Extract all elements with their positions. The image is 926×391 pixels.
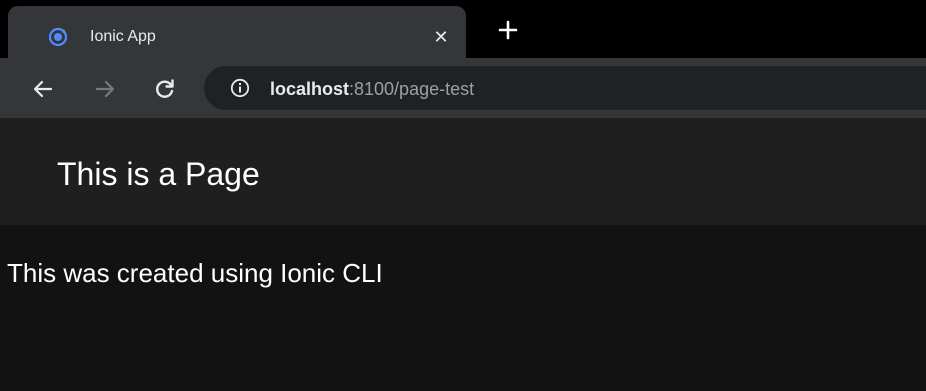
close-tab-icon[interactable]: ✕: [432, 28, 450, 46]
page-viewport: This is a Page This was created using Io…: [0, 118, 926, 391]
page-title: This is a Page: [57, 156, 260, 192]
browser-window: Ionic App ✕ localhost:8100/page-test Thi…: [0, 0, 926, 391]
browser-toolbar: localhost:8100/page-test: [0, 58, 926, 118]
url-host: localhost: [270, 79, 350, 99]
page-header: This is a Page: [0, 118, 926, 225]
page-content-text: This was created using Ionic CLI: [7, 258, 383, 288]
ionic-logo-icon: [48, 27, 68, 47]
url-text[interactable]: localhost:8100/page-test: [270, 79, 474, 99]
reload-icon[interactable]: [154, 78, 176, 100]
new-tab-plus-icon[interactable]: [496, 18, 520, 42]
tab-title: Ionic App: [90, 28, 156, 45]
address-bar[interactable]: localhost:8100/page-test: [204, 66, 926, 110]
info-icon[interactable]: [230, 78, 250, 98]
back-arrow-icon[interactable]: [32, 78, 54, 100]
tab-ionic-app[interactable]: Ionic App ✕: [8, 6, 466, 58]
url-path: :8100/page-test: [349, 79, 475, 99]
tab-strip: Ionic App ✕: [0, 0, 926, 58]
forward-arrow-icon[interactable]: [94, 78, 116, 100]
